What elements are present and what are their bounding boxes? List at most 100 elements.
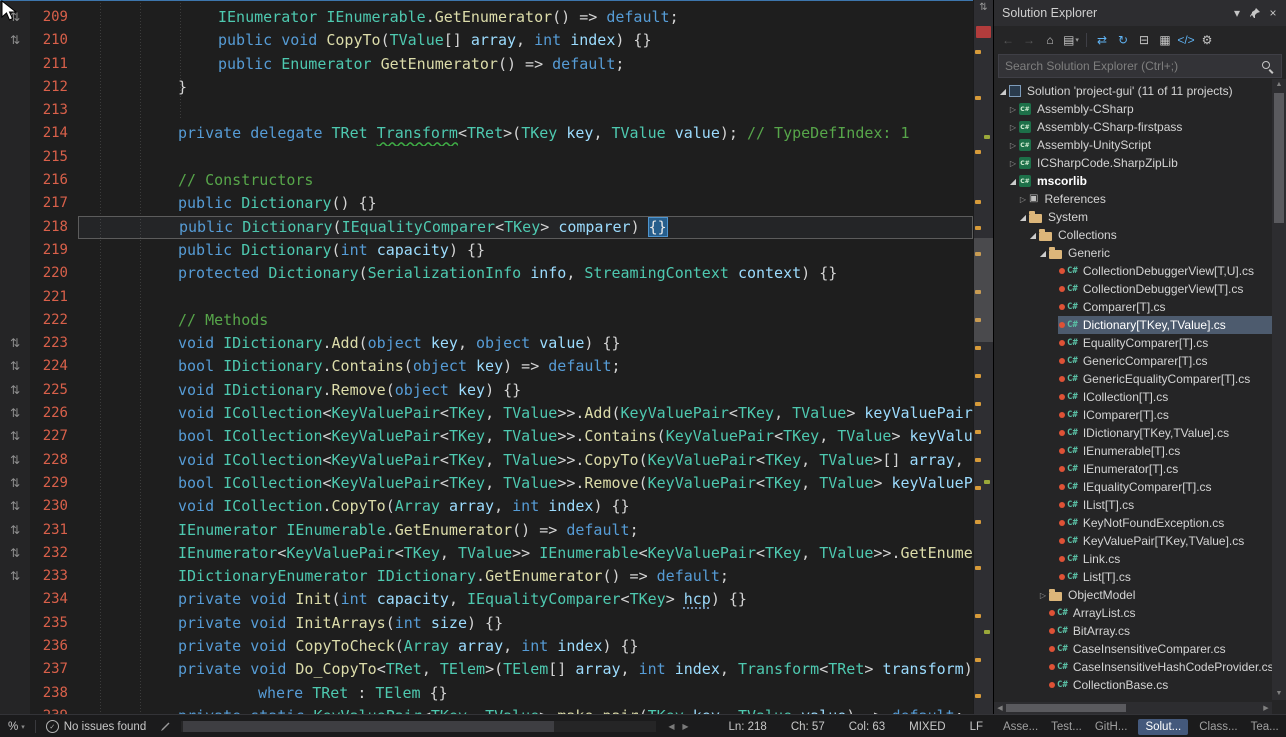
home-icon[interactable]: ⌂ — [1040, 30, 1060, 50]
code-text[interactable] — [78, 146, 973, 169]
expand-arrow-icon[interactable]: ◢ — [998, 87, 1008, 96]
tool-window-tab[interactable]: Solut... — [1138, 719, 1188, 735]
implements-indicator-icon[interactable]: ⇅ — [0, 519, 30, 542]
implements-indicator-icon[interactable]: ⇅ — [0, 495, 30, 518]
code-line[interactable]: ⇅231IEnumerator IEnumerable.GetEnumerato… — [0, 519, 973, 542]
implements-indicator-icon[interactable]: ⇅ — [0, 449, 30, 472]
code-line[interactable]: ⇅232IEnumerator<KeyValuePair<TKey, TValu… — [0, 542, 973, 565]
implements-indicator-icon[interactable]: ⇅ — [0, 332, 30, 355]
code-line[interactable]: ⇅233IDictionaryEnumerator IDictionary.Ge… — [0, 565, 973, 588]
tree-item[interactable]: C#GenericComparer[T].cs — [994, 352, 1272, 370]
code-cleanup-icon[interactable] — [160, 721, 171, 732]
tree-item[interactable]: ▷C#Assembly-UnityScript — [994, 136, 1272, 154]
search-icon[interactable] — [1261, 60, 1274, 73]
code-line[interactable]: 215 — [0, 146, 973, 169]
code-line[interactable]: 236private void CopyToCheck(Array array,… — [0, 635, 973, 658]
tree-item[interactable]: C#EqualityComparer[T].cs — [994, 334, 1272, 352]
refresh-icon[interactable]: ↻ — [1113, 30, 1133, 50]
tree-item[interactable]: ◢Generic — [994, 244, 1272, 262]
code-line[interactable]: 219public Dictionary(int capacity) {} — [0, 239, 973, 262]
tree-item[interactable]: C#IEnumerable[T].cs — [994, 442, 1272, 460]
tree-item[interactable]: C#CaseInsensitiveComparer.cs — [994, 640, 1272, 658]
code-text[interactable]: IEnumerator IEnumerable.GetEnumerator() … — [78, 6, 973, 29]
show-all-files-icon[interactable]: ▦ — [1155, 30, 1175, 50]
implements-indicator-icon[interactable]: ⇅ — [0, 379, 30, 402]
code-text[interactable] — [78, 286, 973, 309]
code-text[interactable]: IDictionaryEnumerator IDictionary.GetEnu… — [78, 565, 973, 588]
implements-indicator-icon[interactable]: ⇅ — [0, 425, 30, 448]
expand-arrow-icon[interactable]: ▷ — [1008, 123, 1018, 132]
code-line[interactable]: 212} — [0, 76, 973, 99]
code-text[interactable]: private delegate TRet Transform<TRet>(TK… — [78, 122, 973, 145]
expand-arrow-icon[interactable]: ▷ — [1008, 141, 1018, 150]
scrollbar-thumb[interactable] — [183, 721, 554, 732]
code-line[interactable]: 220protected Dictionary(SerializationInf… — [0, 262, 973, 285]
health-indicator[interactable]: ✓ No issues found — [38, 720, 154, 733]
code-line[interactable]: 239private static KeyValuePair<TKey, TVa… — [0, 705, 973, 714]
implements-indicator-icon[interactable]: ⇅ — [0, 565, 30, 588]
code-line[interactable]: ⇅229bool ICollection<KeyValuePair<TKey, … — [0, 472, 973, 495]
code-text[interactable]: where TRet : TElem {} — [78, 682, 973, 705]
tool-window-tab[interactable]: Test... — [1049, 719, 1084, 735]
tree-item[interactable]: C#ICollection[T].cs — [994, 388, 1272, 406]
code-text[interactable]: bool ICollection<KeyValuePair<TKey, TVal… — [78, 425, 973, 448]
code-line[interactable]: 214private delegate TRet Transform<TRet>… — [0, 122, 973, 145]
tree-item[interactable]: C#CollectionDebuggerView[T].cs — [994, 280, 1272, 298]
tree-item[interactable]: C#CollectionBase.cs — [994, 676, 1272, 694]
tree-item[interactable]: ◢System — [994, 208, 1272, 226]
code-line[interactable]: ⇅210public void CopyTo(TValue[] array, i… — [0, 29, 973, 52]
code-line[interactable]: ⇅223void IDictionary.Add(object key, obj… — [0, 332, 973, 355]
code-line[interactable]: 213 — [0, 99, 973, 122]
scrollbar-thumb[interactable] — [974, 238, 993, 342]
tree-item[interactable]: C#Comparer[T].cs — [994, 298, 1272, 316]
code-text[interactable]: } — [78, 76, 973, 99]
expand-arrow-icon[interactable]: ▷ — [1008, 159, 1018, 168]
tree-item[interactable]: C#KeyValuePair[TKey,TValue].cs — [994, 532, 1272, 550]
code-line[interactable]: 235private void InitArrays(int size) {} — [0, 612, 973, 635]
properties-icon[interactable]: ⚙ — [1197, 30, 1217, 50]
tree-item[interactable]: ▷ObjectModel — [994, 586, 1272, 604]
scroll-right-icon[interactable]: ▶ — [678, 722, 692, 731]
collapse-all-icon[interactable]: ⊟ — [1134, 30, 1154, 50]
code-text[interactable]: bool ICollection<KeyValuePair<TKey, TVal… — [78, 472, 973, 495]
tree-item[interactable]: ◢Solution 'project-gui' (11 of 11 projec… — [994, 82, 1272, 100]
code-text[interactable]: void ICollection<KeyValuePair<TKey, TVal… — [78, 449, 973, 472]
horizontal-scrollbar[interactable] — [181, 721, 656, 732]
tree-item[interactable]: ◢C#mscorlib — [994, 172, 1272, 190]
scrollbar-thumb[interactable] — [1274, 93, 1284, 223]
code-text[interactable]: void ICollection.CopyTo(Array array, int… — [78, 495, 973, 518]
code-text[interactable]: private void CopyToCheck(Array array, in… — [78, 635, 973, 658]
scroll-up-icon[interactable]: ▲ — [1272, 79, 1286, 91]
se-horizontal-scrollbar[interactable]: ◀ ▶ — [994, 702, 1272, 714]
se-hscroll-track[interactable] — [1006, 703, 1260, 713]
code-line[interactable]: 221 — [0, 286, 973, 309]
tool-window-tab[interactable]: Tea... — [1249, 719, 1281, 735]
code-text[interactable]: bool IDictionary.Contains(object key) =>… — [78, 355, 973, 378]
expand-arrow-icon[interactable]: ▷ — [1018, 195, 1028, 204]
search-box[interactable] — [998, 54, 1282, 78]
code-line[interactable]: ⇅225void IDictionary.Remove(object key) … — [0, 379, 973, 402]
tool-window-tab[interactable]: GitH... — [1093, 719, 1130, 735]
eol-indicator[interactable]: LF — [970, 721, 983, 733]
tree-item[interactable]: C#List[T].cs — [994, 568, 1272, 586]
code-text[interactable]: // Constructors — [78, 169, 973, 192]
code-line[interactable]: ⇅226void ICollection<KeyValuePair<TKey, … — [0, 402, 973, 425]
code-line[interactable]: 218public Dictionary(IEqualityComparer<T… — [0, 216, 973, 239]
code-text[interactable]: public void CopyTo(TValue[] array, int i… — [78, 29, 973, 52]
code-text[interactable]: IEnumerator IEnumerable.GetEnumerator() … — [78, 519, 973, 542]
tree-item[interactable]: C#IList[T].cs — [994, 496, 1272, 514]
expand-arrow-icon[interactable]: ◢ — [1038, 249, 1048, 258]
implements-indicator-icon[interactable]: ⇅ — [0, 472, 30, 495]
code-text[interactable]: private void Init(int capacity, IEqualit… — [78, 588, 973, 611]
tree-item[interactable]: C#IDictionary[TKey,TValue].cs — [994, 424, 1272, 442]
expand-arrow-icon[interactable]: ◢ — [1028, 231, 1038, 240]
overview-ruler[interactable]: ⇅ — [973, 0, 993, 714]
expand-arrow-icon[interactable]: ◢ — [1018, 213, 1028, 222]
implements-indicator-icon[interactable]: ⇅ — [0, 355, 30, 378]
forward-icon[interactable]: → — [1019, 30, 1039, 50]
code-text[interactable]: private void InitArrays(int size) {} — [78, 612, 973, 635]
tree-item[interactable]: C#IComparer[T].cs — [994, 406, 1272, 424]
code-text[interactable]: public Dictionary() {} — [78, 192, 973, 215]
code-text[interactable]: void IDictionary.Remove(object key) {} — [78, 379, 973, 402]
tree-item[interactable]: ▷C#ICSharpCode.SharpZipLib — [994, 154, 1272, 172]
